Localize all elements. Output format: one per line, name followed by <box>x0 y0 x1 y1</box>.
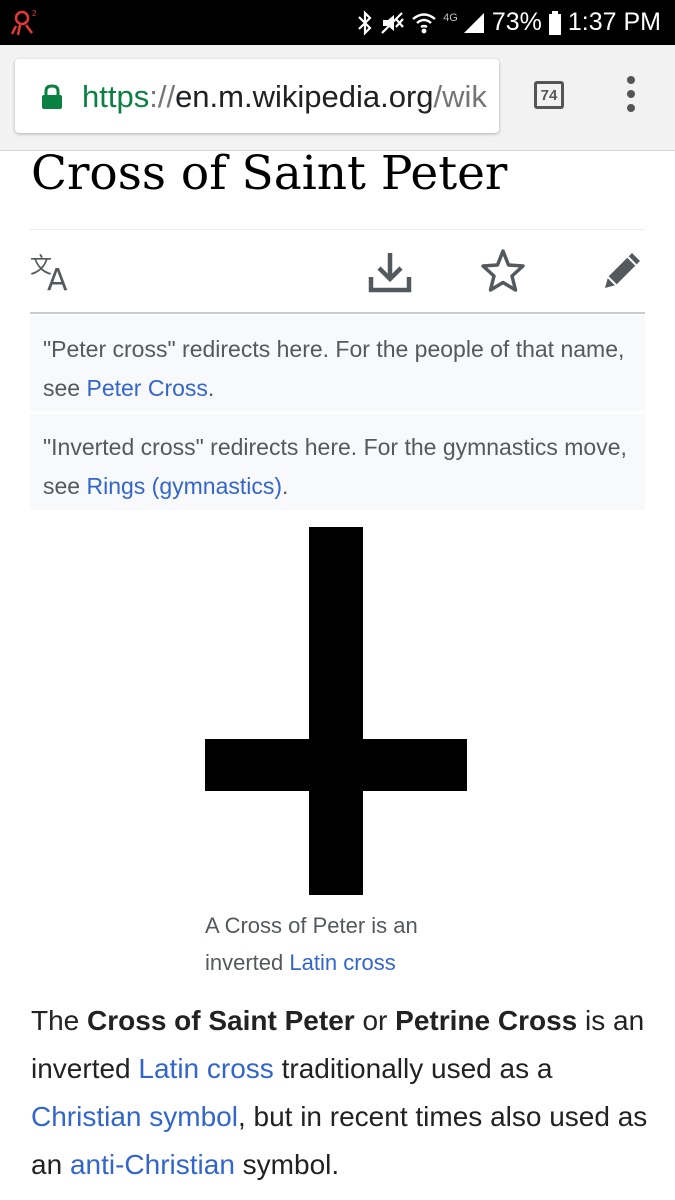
url-host: en.m.wikipedia.org <box>175 79 434 114</box>
watch-button[interactable] <box>480 248 526 294</box>
caption-link[interactable]: Latin cross <box>289 950 395 975</box>
address-bar[interactable]: https://en.m.wikipedia.org/wik <box>15 59 499 133</box>
download-icon <box>368 253 412 293</box>
svg-text:A: A <box>47 263 68 294</box>
bluetooth-icon <box>358 9 372 36</box>
url-scheme: https <box>82 79 150 114</box>
clock: 1:37 PM <box>567 8 661 36</box>
status-bar: 2 4G 73% 1:37 PM <box>0 0 675 45</box>
url-path: /wik <box>433 79 487 114</box>
edit-button[interactable] <box>599 248 645 294</box>
lead-text: or <box>354 1005 396 1036</box>
url-separator: :// <box>149 79 176 114</box>
signal-icon <box>463 12 484 33</box>
app-notification-icon: 2 <box>10 9 37 36</box>
language-icon: 文 A <box>30 254 68 294</box>
hatnote-link[interactable]: Peter Cross <box>86 375 207 401</box>
lead-paragraph: The Cross of Saint Peter or Petrine Cros… <box>31 997 651 1189</box>
lead-text: traditionally used as a <box>273 1053 553 1084</box>
wifi-icon <box>412 12 436 33</box>
tab-switcher-button[interactable]: 74 <box>534 81 564 109</box>
lead-link-latin-cross[interactable]: Latin cross <box>138 1053 273 1084</box>
inverted-cross-image[interactable] <box>205 527 467 895</box>
hatnote-punct: . <box>282 473 289 499</box>
lead-text: The <box>31 1005 88 1036</box>
svg-text:2: 2 <box>32 9 37 18</box>
download-button[interactable] <box>367 248 413 294</box>
browser-toolbar: https://en.m.wikipedia.org/wik 74 <box>0 45 675 151</box>
lock-icon <box>42 84 62 109</box>
tab-count: 74 <box>540 86 558 104</box>
network-type-label: 4G <box>443 11 458 24</box>
hatnote-link[interactable]: Rings (gymnastics) <box>86 473 282 499</box>
page-title: Cross of Saint Peter <box>31 146 508 201</box>
star-icon <box>481 249 525 292</box>
overflow-menu-icon[interactable] <box>618 73 644 115</box>
figure-caption: A Cross of Peter is an inverted Latin cr… <box>205 907 485 981</box>
lead-text: symbol. <box>234 1149 340 1180</box>
hatnote: "Inverted cross" redirects here. For the… <box>30 414 645 510</box>
mute-icon <box>381 11 404 34</box>
lead-bold-term: Cross of Saint Peter <box>87 1005 355 1036</box>
battery-icon <box>548 10 561 35</box>
lead-link-anti-christian[interactable]: anti-Christian <box>70 1149 235 1180</box>
divider <box>30 312 645 314</box>
page-actions: 文 A <box>30 230 645 312</box>
status-icons: 4G 73% 1:37 PM <box>357 0 661 45</box>
edit-icon <box>605 253 640 288</box>
lead-link-christian-symbol[interactable]: Christian symbol <box>31 1101 238 1132</box>
battery-percent: 73% <box>491 8 542 36</box>
hatnote-punct: . <box>207 375 215 401</box>
url-text[interactable]: https://en.m.wikipedia.org/wik <box>82 77 494 117</box>
language-button[interactable]: 文 A <box>30 248 76 294</box>
lead-bold-term: Petrine Cross <box>395 1005 578 1036</box>
hatnote: "Peter cross" redirects here. For the pe… <box>30 316 645 411</box>
